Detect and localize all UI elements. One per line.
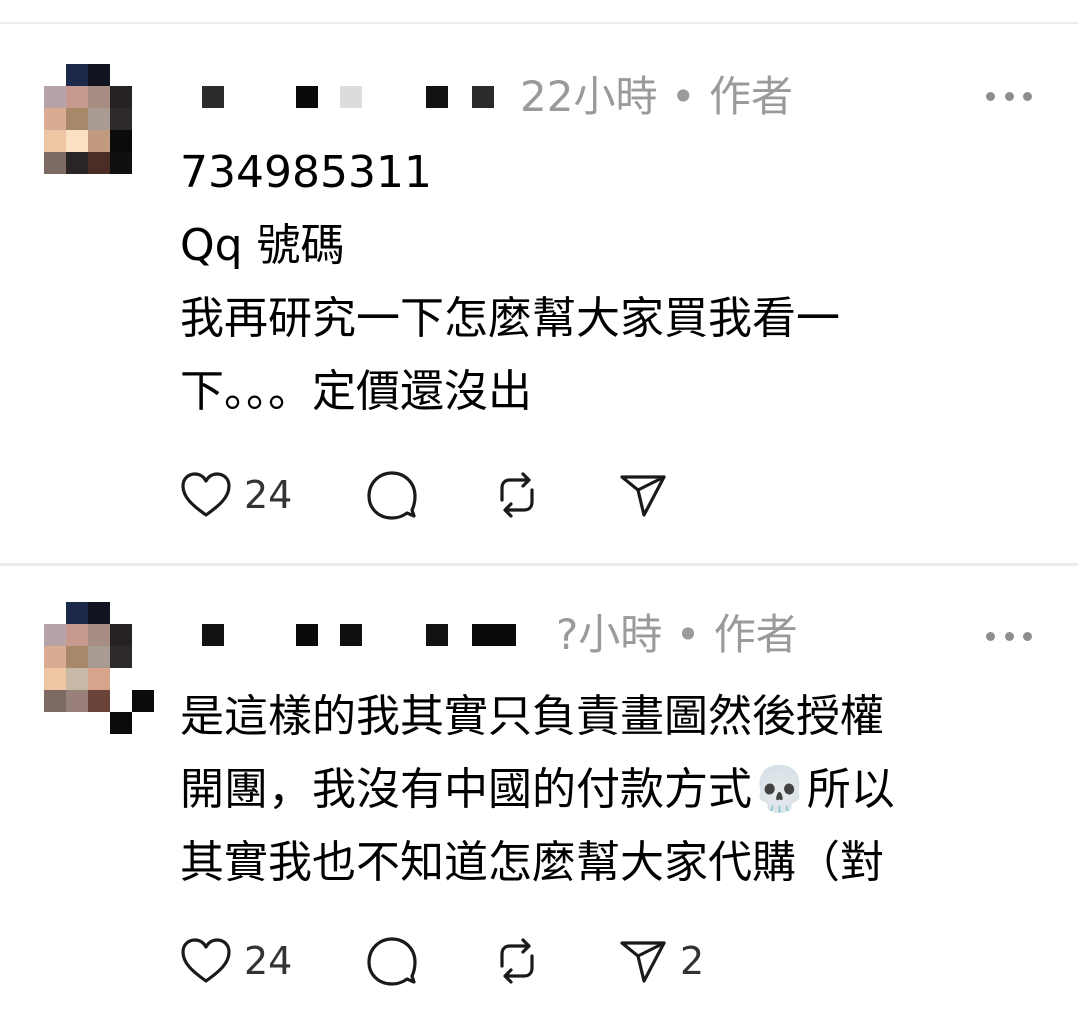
share-button[interactable]	[618, 470, 680, 520]
repost-icon	[500, 938, 534, 984]
avatar[interactable]	[44, 64, 154, 196]
thread-post: ?小時 • 作者 是這樣的我其實只負責畫圖然後授權 開團，我沒有中國的付款方式💀…	[0, 566, 1078, 1018]
share-button[interactable]: 2	[618, 936, 704, 986]
post-meta: 22小時 • 作者	[520, 72, 793, 122]
action-bar: 24 2	[180, 936, 780, 986]
post-text-line: 開團，我沒有中國的付款方式💀所以	[180, 764, 895, 815]
comment-bubble-icon	[367, 937, 417, 986]
thread-post: 22小時 • 作者 734985311 Qq 號碼 我再研究一下怎麼幫大家買我看…	[0, 24, 1078, 563]
repost-button[interactable]	[492, 470, 542, 520]
more-horizontal-icon[interactable]	[986, 630, 1032, 642]
reply-button[interactable]	[366, 936, 418, 986]
meta-separator: •	[675, 610, 701, 659]
send-icon	[620, 475, 666, 517]
reply-button[interactable]	[366, 470, 418, 520]
post-text: 是這樣的我其實只負責畫圖然後授權 開團，我沒有中國的付款方式💀所以 其實我也不知…	[180, 680, 1060, 899]
author-tag: 作者	[708, 72, 793, 121]
more-horizontal-icon[interactable]	[986, 90, 1032, 102]
like-count: 24	[244, 473, 293, 517]
heart-icon	[181, 472, 231, 517]
post-text-line: 我再研究一下怎麼幫大家買我看一	[180, 293, 840, 344]
post-text: 734985311 Qq 號碼 我再研究一下怎麼幫大家買我看一 下。。。定價還沒…	[180, 136, 1060, 428]
repost-button[interactable]	[492, 936, 542, 986]
share-count: 2	[680, 939, 705, 983]
avatar[interactable]	[44, 602, 154, 734]
post-text-line: Qq 號碼	[180, 220, 345, 271]
author-tag: 作者	[713, 610, 798, 659]
like-button[interactable]: 24	[180, 936, 292, 986]
repost-icon	[500, 472, 534, 518]
action-bar: 24	[180, 470, 780, 520]
post-time[interactable]: 22小時	[520, 72, 657, 121]
meta-separator: •	[670, 72, 696, 121]
like-button[interactable]: 24	[180, 470, 292, 520]
username-redacted[interactable]	[200, 624, 516, 648]
like-count: 24	[244, 939, 293, 983]
post-text-line: 其實我也不知道怎麼幫大家代購（對	[180, 837, 884, 888]
send-icon	[620, 941, 666, 983]
post-meta: ?小時 • 作者	[556, 610, 798, 660]
post-text-line: 下。。。定價還沒出	[180, 366, 532, 417]
heart-icon	[181, 938, 231, 983]
post-time[interactable]: ?小時	[556, 610, 662, 659]
username-redacted[interactable]	[200, 86, 500, 110]
post-text-line: 是這樣的我其實只負責畫圖然後授權	[180, 691, 884, 742]
comment-bubble-icon	[367, 471, 417, 520]
post-text-line: 734985311	[180, 147, 432, 198]
